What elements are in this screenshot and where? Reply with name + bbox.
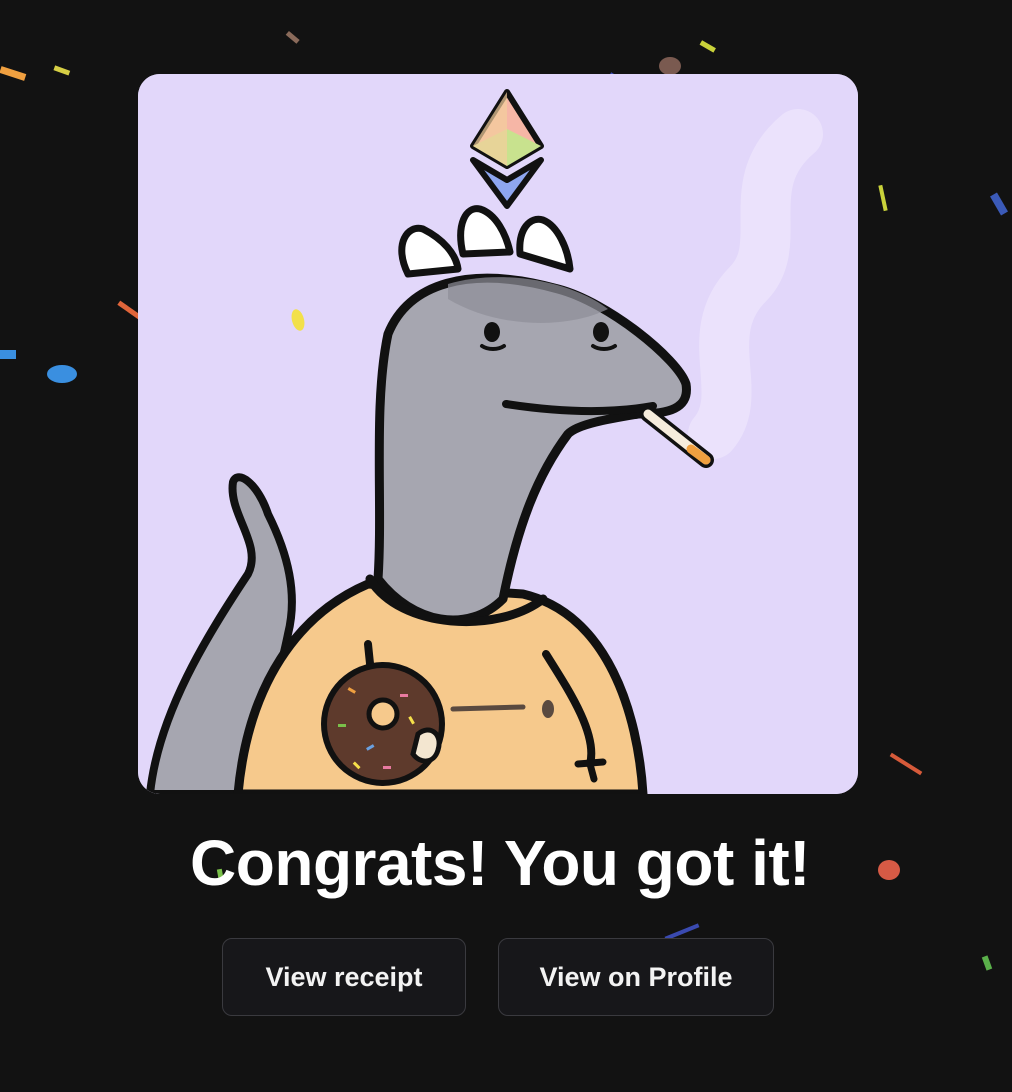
success-headline: Congrats! You got it! xyxy=(190,827,810,899)
dinosaur-illustration xyxy=(138,74,858,794)
nft-image xyxy=(138,74,858,794)
view-receipt-button[interactable]: View receipt xyxy=(222,938,466,1016)
action-buttons: View receipt View on Profile xyxy=(0,938,1000,1018)
view-on-profile-button[interactable]: View on Profile xyxy=(498,938,774,1016)
donut-icon xyxy=(321,662,445,786)
